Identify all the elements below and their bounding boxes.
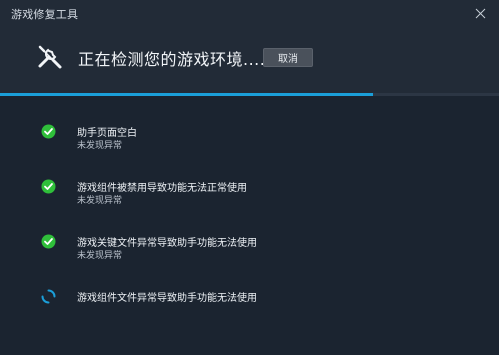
repair-tools-icon	[38, 45, 62, 69]
close-button[interactable]	[469, 3, 491, 23]
check-ok-icon	[41, 179, 56, 194]
repair-tool-window: 游戏修复工具 正在检测您的游戏环境...... 取消 助手页面空白 未发现异常 …	[0, 0, 499, 355]
check-ok-icon	[41, 234, 56, 249]
check-ok-icon	[41, 124, 56, 139]
header: 正在检测您的游戏环境...... 取消	[0, 27, 499, 93]
check-item-status: 未发现异常	[77, 141, 123, 151]
progress-bar	[0, 93, 499, 96]
close-icon	[475, 8, 485, 18]
check-item-title: 游戏组件文件异常导致助手功能无法使用	[77, 293, 257, 304]
check-item-status: 未发现异常	[77, 251, 123, 261]
check-item: 游戏组件文件异常导致助手功能无法使用	[0, 288, 499, 328]
check-item-title: 游戏关键文件异常导致助手功能无法使用	[77, 238, 257, 249]
cancel-button[interactable]: 取消	[263, 48, 313, 67]
check-item: 助手页面空白 未发现异常	[0, 123, 499, 163]
check-item: 游戏关键文件异常导致助手功能无法使用 未发现异常	[0, 233, 499, 273]
check-item-title: 助手页面空白	[77, 128, 137, 139]
loading-spinner-icon	[41, 289, 56, 304]
title-bar: 游戏修复工具	[0, 0, 499, 27]
check-item-status: 未发现异常	[77, 196, 123, 206]
check-item: 游戏组件被禁用导致功能无法正常使用 未发现异常	[0, 178, 499, 218]
check-item-title: 游戏组件被禁用导致功能无法正常使用	[77, 183, 247, 194]
progress-fill	[0, 93, 373, 96]
status-text: 正在检测您的游戏环境......	[78, 50, 277, 69]
window-title: 游戏修复工具	[11, 8, 79, 21]
